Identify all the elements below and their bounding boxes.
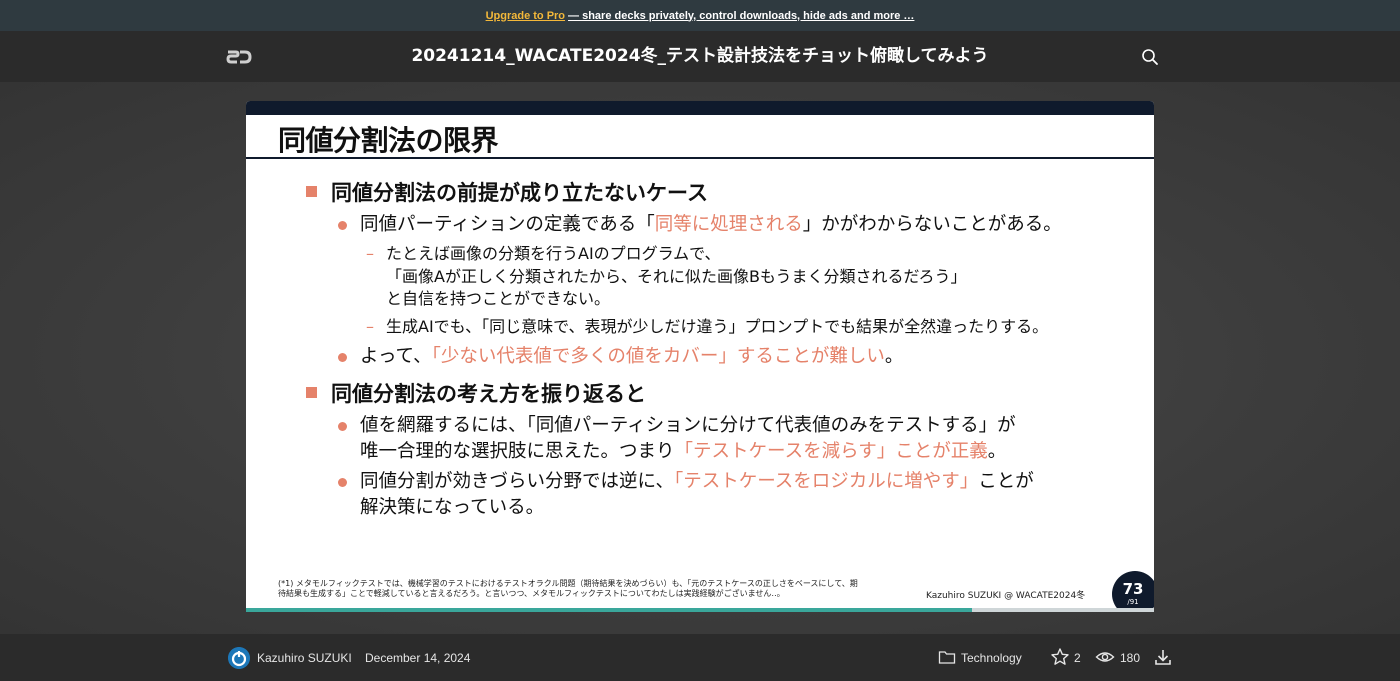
- section-title-text: 同値分割法の前提が成り立たないケース: [331, 181, 708, 205]
- deck-header: 20241214_WACATE2024冬_テスト設計技法をチョット俯瞰してみよう: [0, 31, 1400, 82]
- slide-footnote: (*1) メタモルフィックテストでは、機械学習のテストにおけるテストオラクル問題…: [278, 579, 858, 599]
- section-title: 同値分割法の前提が成り立たないケース: [306, 177, 708, 207]
- bullet-text-before: よって、: [360, 346, 432, 367]
- promo-banner: Upgrade to Pro — share decks privately, …: [0, 0, 1400, 31]
- slide-progress-fill: [246, 608, 973, 612]
- deck-title: 20241214_WACATE2024冬_テスト設計技法をチョット俯瞰してみよう: [411, 45, 989, 66]
- sub-item-line: たとえば画像の分類を行うAIのプログラムで、: [386, 244, 721, 263]
- sub-item-line: 「画像Aが正しく分類されたから、それに似た画像Bもうまく分類されるだろう」: [386, 266, 967, 286]
- bullet-text-after: 。: [987, 441, 1007, 462]
- dot-bullet-icon: [338, 353, 347, 362]
- slide-stage: 同値分割法の限界 同値分割法の前提が成り立たないケース 同値パーティションの定義…: [0, 82, 1400, 634]
- bullet-highlight: 「テストケースを減らす」ことが正義: [674, 441, 988, 462]
- bullet-text-before: 同値パーティションの定義である「: [360, 214, 655, 235]
- eye-icon: [1095, 652, 1115, 662]
- bullet-item: 値を網羅するには、「同値パーティションに分けて代表値のみをテストする」が 唯一合…: [338, 413, 1016, 465]
- dot-bullet-icon: [338, 422, 347, 431]
- bullet-line: 値を網羅するには、「同値パーティションに分けて代表値のみをテストする」が: [360, 415, 1016, 436]
- folder-icon: [938, 651, 956, 664]
- view-count: 180: [1120, 651, 1141, 665]
- slide-progress-bar[interactable]: [246, 608, 1154, 612]
- deck-footer: Kazuhiro SUZUKI December 14, 2024 Techno…: [0, 634, 1400, 681]
- bullet-text-after: ことが: [978, 471, 1034, 492]
- bullet-line: 唯一合理的な選択肢に思えた。つまり「テストケースを減らす」ことが正義。: [360, 439, 1016, 465]
- page-number-badge: 73 /91: [1112, 571, 1154, 612]
- bullet-text: 同値パーティションの定義である「同等に処理される」かがわからないことがある。: [360, 212, 1062, 238]
- category-link[interactable]: Technology: [961, 651, 1022, 665]
- heading-rule: [246, 157, 1154, 159]
- slide-heading: 同値分割法の限界: [278, 124, 499, 157]
- sub-item: – 生成AIでも、「同じ意味で、表現が少しだけ違う」プロンプトでも結果が全然違っ…: [366, 316, 1048, 339]
- page-number: 73: [1122, 580, 1144, 598]
- download-icon[interactable]: [1153, 647, 1173, 667]
- slide-author-tag: Kazuhiro SUZUKI @ WACATE2024冬: [926, 591, 1086, 601]
- section-title-text: 同値分割法の考え方を振り返ると: [331, 382, 646, 406]
- promo-description-link[interactable]: — share decks privately, control downloa…: [568, 10, 914, 22]
- dash-bullet-icon: –: [366, 317, 374, 336]
- bullet-item: 同値分割が効きづらい分野では逆に、「テストケースをロジカルに増やす」ことが 解決…: [338, 469, 1034, 521]
- bullet-highlight: 「テストケースをロジカルに増やす」: [673, 471, 979, 492]
- page-total: /91: [1127, 598, 1139, 606]
- avatar[interactable]: [228, 647, 250, 669]
- slide-top-bar: [246, 101, 1154, 115]
- star-icon[interactable]: [1050, 647, 1070, 667]
- sub-item-line: と自信を持つことができない。: [386, 289, 611, 308]
- section-title: 同値分割法の考え方を振り返ると: [306, 378, 646, 408]
- sub-item: – たとえば画像の分類を行うAIのプログラムで、 「画像Aが正しく分類されたから…: [366, 243, 966, 311]
- dash-bullet-icon: –: [366, 244, 374, 263]
- footnote-line: 待結果も生成する」ことで軽減していると言えるだろう。と言いつつ、メタモルフィック…: [278, 589, 785, 598]
- search-icon[interactable]: [1140, 47, 1160, 67]
- sub-item-line: 生成AIでも、「同じ意味で、表現が少しだけ違う」プロンプトでも結果が全然違ったり…: [386, 317, 1049, 336]
- bullet-text-after: 」かがわからないことがある。: [802, 214, 1062, 235]
- square-bullet-icon: [306, 186, 317, 197]
- footnote-line: (*1) メタモルフィックテストでは、機械学習のテストにおけるテストオラクル問題…: [278, 579, 858, 588]
- bullet-line: 同値分割が効きづらい分野では逆に、「テストケースをロジカルに増やす」ことが: [360, 469, 1034, 495]
- bullet-highlight: 「少ない代表値で多くの値をカバー」することが難しい: [431, 346, 885, 367]
- bullet-text-before: 唯一合理的な選択肢に思えた。つまり: [360, 441, 675, 462]
- slide[interactable]: 同値分割法の限界 同値分割法の前提が成り立たないケース 同値パーティションの定義…: [246, 101, 1154, 612]
- bullet-text-after: 。: [884, 346, 904, 367]
- bullet-text-before: 同値分割が効きづらい分野では逆に、: [360, 471, 674, 492]
- dot-bullet-icon: [338, 221, 347, 230]
- upgrade-to-pro-link[interactable]: Upgrade to Pro: [486, 10, 565, 22]
- dot-bullet-icon: [338, 478, 347, 487]
- bullet-highlight: 同等に処理される: [654, 214, 803, 235]
- publish-date: December 14, 2024: [365, 651, 471, 665]
- bullet-item: 同値パーティションの定義である「同等に処理される」かがわからないことがある。: [338, 212, 1062, 238]
- bullet-item: よって、「少ない代表値で多くの値をカバー」することが難しい。: [338, 344, 903, 370]
- bullet-line: 解決策になっている。: [360, 497, 545, 518]
- square-bullet-icon: [306, 387, 317, 398]
- star-count: 2: [1074, 651, 1081, 665]
- bullet-text: よって、「少ない代表値で多くの値をカバー」することが難しい。: [360, 344, 903, 370]
- author-link[interactable]: Kazuhiro SUZUKI: [257, 651, 352, 665]
